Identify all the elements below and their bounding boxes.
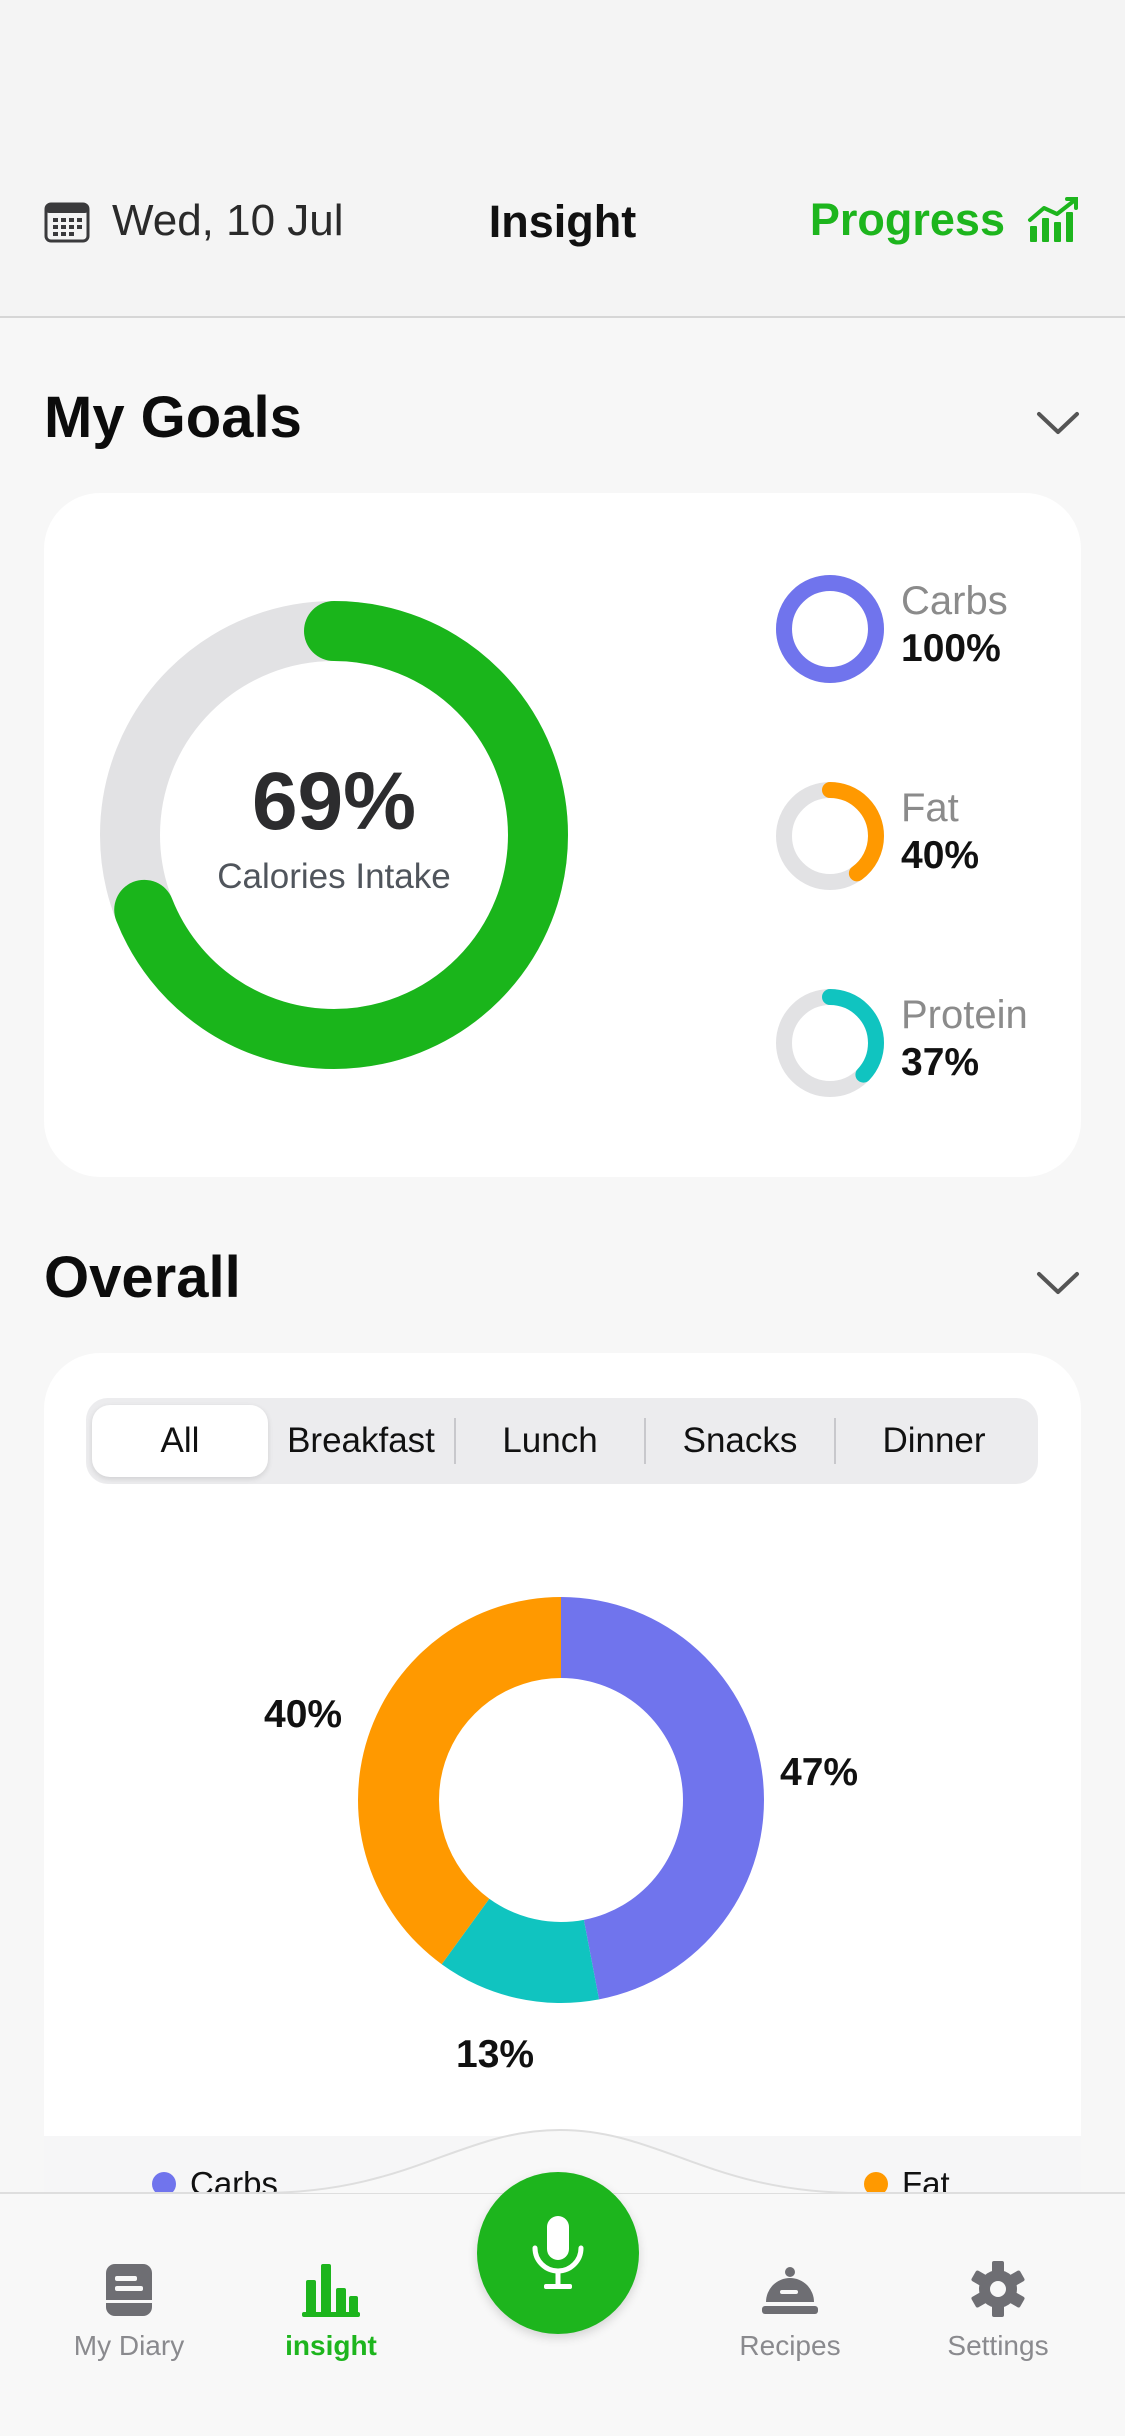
donut-slice-carbs	[561, 1597, 764, 2000]
calories-label: Calories Intake	[217, 857, 451, 896]
tab-dinner[interactable]: Dinner	[836, 1405, 1032, 1477]
bar-chart-icon	[302, 2264, 360, 2317]
macro-protein: Protein 37%	[774, 987, 1074, 1107]
overall-section-title: Overall	[44, 1245, 241, 1310]
macro-donut-chart	[358, 1597, 764, 2003]
diary-icon	[106, 2264, 152, 2316]
chart-trend-icon	[1028, 197, 1078, 242]
tab-label: Settings	[947, 2330, 1049, 2361]
donut-slice-fat	[358, 1597, 561, 1965]
macro-value: 100%	[901, 627, 1001, 670]
progress-button[interactable]: Progress	[810, 194, 1081, 246]
overall-chevron-down-icon[interactable]	[1035, 1268, 1081, 1298]
tab-recipes[interactable]: Recipes	[700, 2254, 880, 2362]
microphone-icon	[532, 2216, 584, 2289]
tab-settings[interactable]: Settings	[908, 2254, 1088, 2362]
goals-card: 69% Calories Intake Carbs 100% Fat 40% P…	[44, 493, 1081, 1177]
tab-my-diary[interactable]: My Diary	[39, 2254, 219, 2362]
pie-label-protein: 13%	[456, 2033, 535, 2076]
macro-name: Protein	[901, 993, 1028, 1037]
tab-lunch[interactable]: Lunch	[456, 1405, 644, 1477]
calories-percent: 69%	[251, 756, 417, 847]
tab-insight[interactable]: insight	[241, 2254, 421, 2362]
fat-ring	[776, 782, 884, 890]
macro-name: Carbs	[901, 579, 1008, 623]
voice-log-button[interactable]	[477, 2172, 639, 2334]
macro-value: 37%	[901, 1041, 980, 1084]
tab-snacks[interactable]: Snacks	[646, 1405, 834, 1477]
pie-label-carbs: 47%	[780, 1751, 859, 1794]
tab-breakfast[interactable]: Breakfast	[268, 1405, 454, 1477]
tab-label: Recipes	[739, 2330, 841, 2361]
calories-summary: 69% Calories Intake	[92, 761, 576, 897]
meal-segmented-control: All Breakfast Lunch Snacks Dinner	[86, 1398, 1038, 1484]
pie-label-fat: 40%	[264, 1693, 343, 1736]
goals-section-title: My Goals	[44, 385, 302, 450]
progress-label: Progress	[809, 194, 1005, 245]
macro-value: 40%	[901, 834, 980, 877]
protein-ring	[776, 989, 884, 1097]
macro-fat: Fat 40%	[774, 780, 1074, 900]
carbs-ring	[776, 575, 884, 683]
overall-card: All Breakfast Lunch Snacks Dinner 47% 13…	[44, 1353, 1081, 2213]
cloche-icon	[762, 2267, 818, 2314]
tab-label: My Diary	[73, 2330, 185, 2361]
gear-icon	[971, 2261, 1025, 2317]
tab-label: insight	[285, 2330, 377, 2361]
macro-name: Fat	[901, 786, 959, 830]
macro-carbs: Carbs 100%	[774, 573, 1074, 693]
tab-all[interactable]: All	[92, 1405, 268, 1477]
top-header: Wed, 10 Jul Insight Progress	[0, 0, 1125, 318]
goals-chevron-down-icon[interactable]	[1035, 408, 1081, 438]
